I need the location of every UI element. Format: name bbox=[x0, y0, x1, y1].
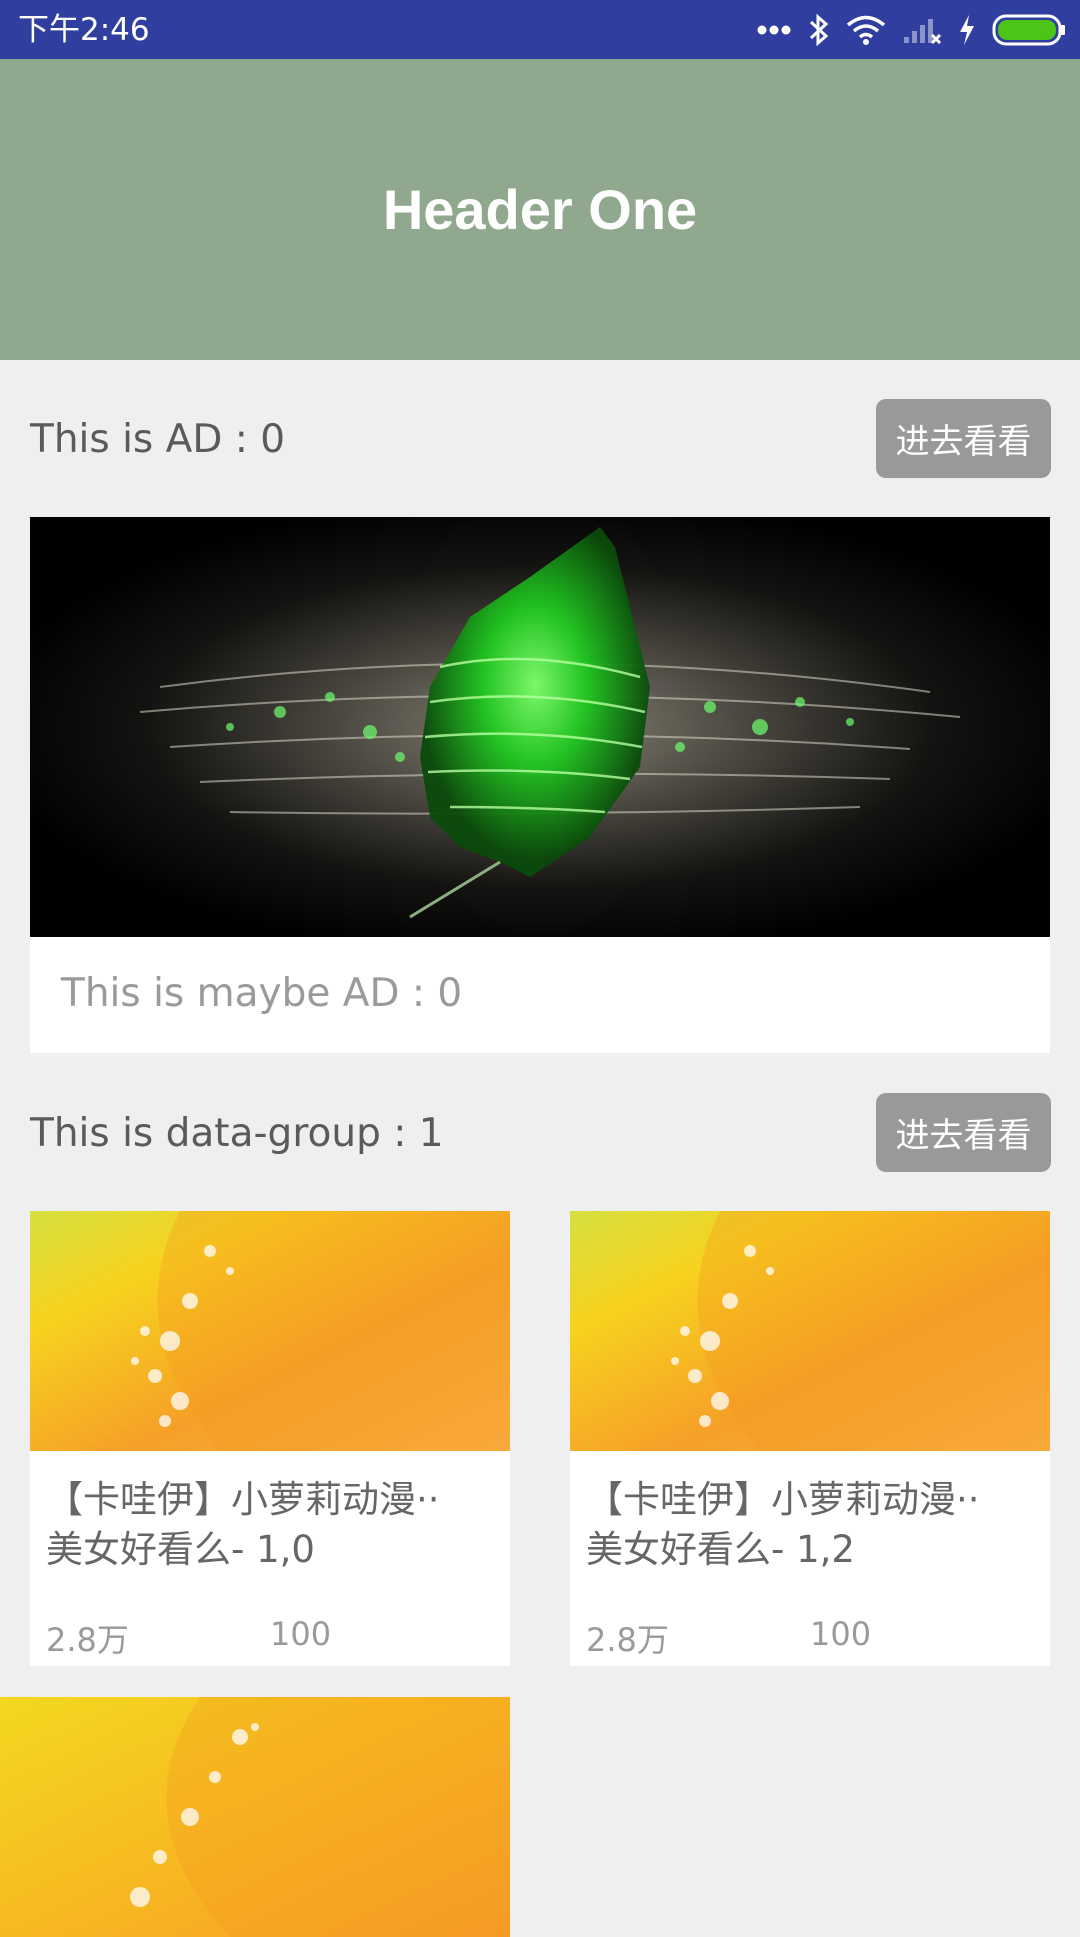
partial-card-thumbnail[interactable] bbox=[0, 1697, 510, 1937]
card-count: 100 bbox=[810, 1615, 872, 1653]
card-title: 【卡哇伊】小萝莉动漫·· 美女好看么- 1,2 bbox=[586, 1475, 1036, 1575]
ad-section-title: This is AD : 0 bbox=[30, 417, 286, 462]
more-dots-icon bbox=[756, 24, 792, 36]
status-time: 下午2:46 bbox=[18, 12, 150, 48]
status-icons bbox=[756, 8, 1066, 52]
ad-enter-button[interactable]: 进去看看 bbox=[876, 399, 1051, 478]
card-views: 2.8万 bbox=[46, 1621, 129, 1659]
ad-banner-image[interactable] bbox=[30, 517, 1050, 937]
status-bar: 下午2:46 bbox=[0, 0, 1080, 59]
card-title-line-2: 美女好看么- 1,0 bbox=[46, 1528, 315, 1571]
card-thumbnail[interactable] bbox=[30, 1211, 510, 1451]
header-title: Header One bbox=[382, 178, 698, 241]
data-group-enter-button[interactable]: 进去看看 bbox=[876, 1093, 1051, 1172]
card-views: 2.8万 bbox=[586, 1621, 669, 1659]
data-group-title: This is data-group : 1 bbox=[30, 1111, 444, 1156]
bluetooth-icon bbox=[808, 13, 830, 47]
card-title: 【卡哇伊】小萝莉动漫·· 美女好看么- 1,0 bbox=[46, 1475, 496, 1575]
charging-icon bbox=[958, 14, 976, 46]
ad-caption: This is maybe AD : 0 bbox=[61, 971, 463, 1016]
signal-icon bbox=[902, 15, 942, 45]
card-title-line-2: 美女好看么- 1,2 bbox=[586, 1528, 855, 1571]
card-title-line-1: 【卡哇伊】小萝莉动漫·· bbox=[46, 1478, 440, 1521]
card-count: 100 bbox=[270, 1615, 332, 1653]
grid-card[interactable]: 【卡哇伊】小萝莉动漫·· 美女好看么- 1,2 2.8万 100 bbox=[570, 1211, 1050, 1666]
grid-card[interactable]: 【卡哇伊】小萝莉动漫·· 美女好看么- 1,0 2.8万 100 bbox=[30, 1211, 510, 1666]
ad-card[interactable]: This is maybe AD : 0 bbox=[30, 517, 1050, 1053]
header-banner: Header One bbox=[0, 59, 1080, 360]
wifi-icon bbox=[846, 14, 886, 46]
card-title-line-1: 【卡哇伊】小萝莉动漫·· bbox=[586, 1478, 980, 1521]
card-thumbnail[interactable] bbox=[570, 1211, 1050, 1451]
battery-icon bbox=[992, 14, 1066, 46]
